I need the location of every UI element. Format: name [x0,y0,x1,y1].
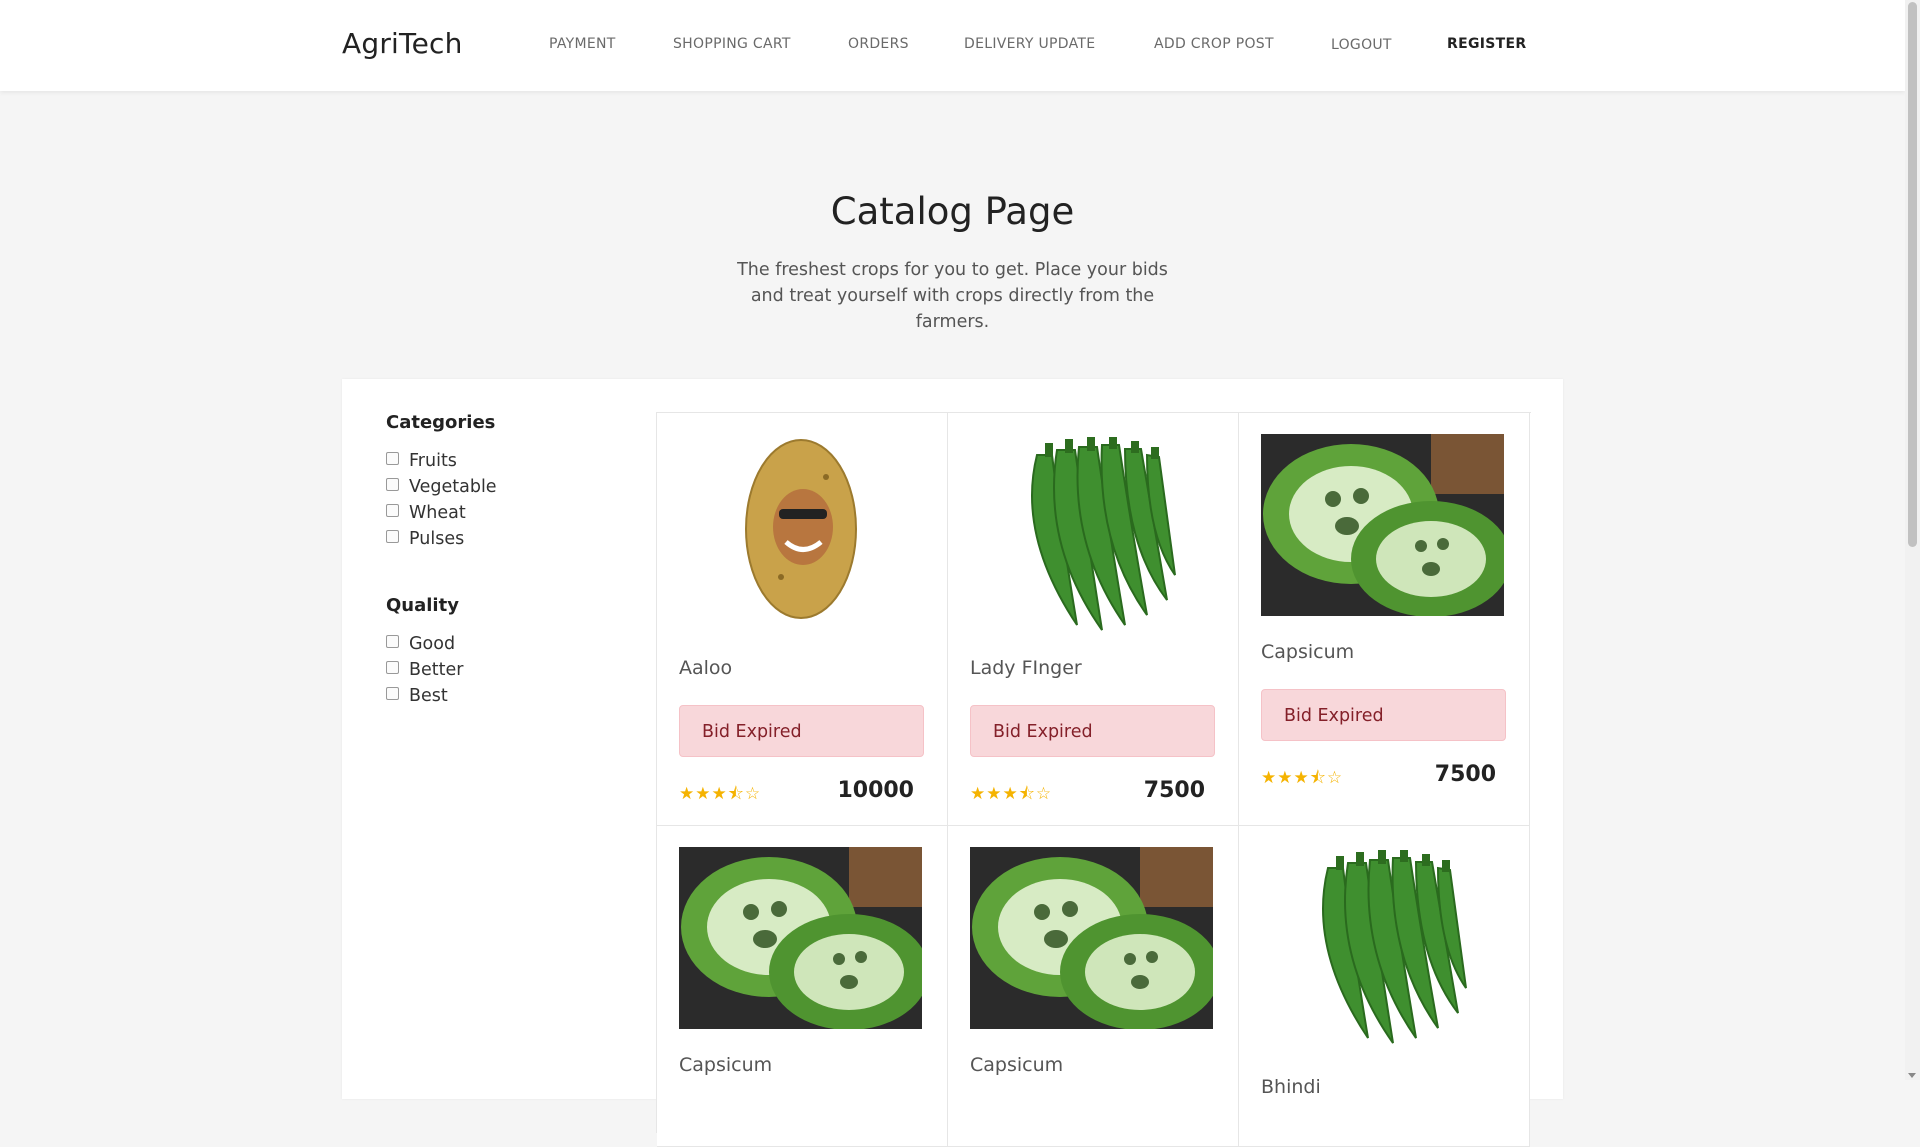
category-checkbox[interactable] [386,529,399,543]
nav-shopping-cart[interactable]: SHOPPING CART [673,36,791,52]
quality-checkbox[interactable] [386,634,399,648]
nav-add-crop-post[interactable]: ADD CROP POST [1154,36,1274,52]
star-full-icon: ★ [679,784,695,804]
product-name[interactable]: Lady FInger [970,657,1082,679]
product-image[interactable] [679,847,922,1029]
category-checkbox[interactable] [386,477,399,491]
star-half-icon: ⯪ [1309,768,1326,788]
nav-orders[interactable]: ORDERS [848,36,909,52]
catalog-panel: Categories Fruits Vegetable Wheat Pulses… [342,379,1563,1147]
nav-logout[interactable]: LOGOUT [1331,37,1392,53]
category-label: Fruits [409,451,457,471]
star-full-icon: ★ [970,784,986,804]
category-filter-item[interactable]: Wheat [386,500,497,526]
okra-image [1030,436,1176,631]
category-label: Pulses [409,529,465,549]
quality-heading: Quality [386,595,459,616]
star-half-icon: ⯪ [1018,784,1035,804]
quality-label: Best [409,686,448,706]
product-price: 10000 [837,778,914,803]
star-full-icon: ★ [1261,768,1277,788]
potato-face-image [744,438,857,619]
page-scrollbar[interactable] [1905,0,1920,1080]
product-name[interactable]: Aaloo [679,657,732,679]
brand-logo[interactable]: AgriTech [342,27,463,60]
nav-delivery-update[interactable]: DELIVERY UPDATE [964,36,1095,52]
nav-register[interactable]: REGISTER [1447,36,1526,52]
product-price: 7500 [1434,762,1496,787]
rating-stars: ★ ★ ★ ⯪ ☆ [1261,769,1342,787]
page-subtitle: The freshest crops for you to get. Place… [737,260,1168,332]
scrollbar-thumb[interactable] [1908,2,1917,547]
star-full-icon: ★ [1293,768,1309,788]
product-name[interactable]: Capsicum [1261,641,1354,663]
quality-label: Better [409,660,464,680]
category-filter-item[interactable]: Vegetable [386,474,497,500]
product-name[interactable]: Bhindi [1261,1076,1321,1098]
star-full-icon: ★ [1277,768,1293,788]
star-empty-icon: ☆ [744,784,761,804]
capsicum-image [970,847,1213,1029]
product-card[interactable]: Aaloo Bid Expired ★ ★ ★ ⯪ ☆ 10000 [657,413,948,826]
capsicum-image [679,847,922,1029]
product-image[interactable] [1261,845,1504,1050]
bid-expired-button[interactable]: Bid Expired [679,705,924,757]
quality-filter-item[interactable]: Better [386,657,463,683]
product-image[interactable] [970,432,1213,637]
categories-heading: Categories [386,412,496,433]
product-name[interactable]: Capsicum [970,1054,1063,1076]
capsicum-image [1261,434,1504,616]
star-empty-icon: ☆ [1326,768,1343,788]
quality-filter-item[interactable]: Best [386,683,463,709]
star-full-icon: ★ [711,784,727,804]
category-label: Wheat [409,503,466,523]
top-navbar: AgriTech PAYMENT SHOPPING CART ORDERS DE… [0,0,1905,91]
quality-filter-list: Good Better Best [386,631,463,709]
product-grid: Aaloo Bid Expired ★ ★ ★ ⯪ ☆ 10000 Lady F… [656,412,1531,1147]
quality-label: Good [409,634,456,654]
star-half-icon: ⯪ [727,784,744,804]
product-card[interactable]: Capsicum Bid Expired ★ ★ ★ ⯪ ☆ 7500 [1239,413,1530,826]
categories-filter-list: Fruits Vegetable Wheat Pulses [386,448,497,552]
product-price: 7500 [1143,778,1205,803]
quality-checkbox[interactable] [386,660,399,674]
category-filter-item[interactable]: Pulses [386,526,497,552]
product-card[interactable]: Capsicum [948,826,1239,1147]
star-full-icon: ★ [1002,784,1018,804]
bid-expired-button[interactable]: Bid Expired [970,705,1215,757]
product-card[interactable]: Capsicum [657,826,948,1147]
star-empty-icon: ☆ [1035,784,1052,804]
product-image[interactable] [970,847,1213,1029]
category-checkbox[interactable] [386,451,399,465]
product-name[interactable]: Capsicum [679,1054,772,1076]
nav-payment[interactable]: PAYMENT [549,36,616,52]
page-title: Catalog Page [830,190,1075,233]
scroll-down-arrow-icon[interactable] [1908,1073,1916,1078]
okra-image [1321,849,1467,1044]
star-full-icon: ★ [695,784,711,804]
product-image[interactable] [679,434,922,624]
rating-stars: ★ ★ ★ ⯪ ☆ [679,785,760,803]
product-card[interactable]: Bhindi [1239,826,1530,1147]
category-filter-item[interactable]: Fruits [386,448,497,474]
star-full-icon: ★ [986,784,1002,804]
quality-filter-item[interactable]: Good [386,631,463,657]
product-image[interactable] [1261,434,1504,616]
category-label: Vegetable [409,477,497,497]
rating-stars: ★ ★ ★ ⯪ ☆ [970,785,1051,803]
category-checkbox[interactable] [386,503,399,517]
quality-checkbox[interactable] [386,686,399,700]
bid-expired-button[interactable]: Bid Expired [1261,689,1506,741]
product-card[interactable]: Lady FInger Bid Expired ★ ★ ★ ⯪ ☆ 7500 [948,413,1239,826]
